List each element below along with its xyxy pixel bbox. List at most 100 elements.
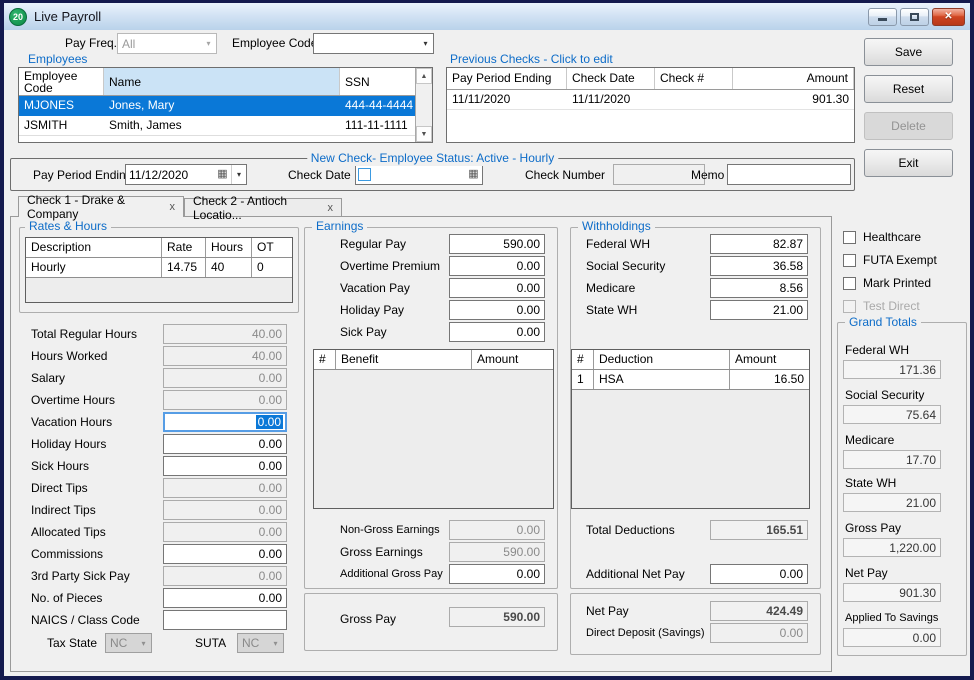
naics-class-code-field[interactable] [163, 610, 287, 630]
save-button[interactable]: Save [864, 38, 953, 66]
col-header-amount[interactable]: Amount [733, 68, 854, 89]
dropdown-caret-icon[interactable]: ▾ [231, 165, 246, 184]
field-label: Additional Net Pay [586, 564, 685, 584]
employee-code-label: Employee Code [232, 33, 317, 54]
previous-check-row[interactable]: 11/11/2020 11/11/2020 901.30 [447, 90, 854, 110]
tab-check-1[interactable]: Check 1 - Drake & Company x [18, 196, 184, 217]
reset-button[interactable]: Reset [864, 75, 953, 103]
pay-freq-select[interactable]: All ▾ [117, 33, 217, 54]
field-label: Salary [31, 368, 65, 388]
medicare-field[interactable]: 8.56 [710, 278, 808, 298]
vacation-pay-field[interactable]: 0.00 [449, 278, 545, 298]
scroll-up-icon: ▲ [421, 73, 428, 80]
field-label: Medicare [845, 433, 894, 448]
memo-label: Memo [691, 165, 724, 185]
window-title: Live Payroll [34, 9, 101, 24]
field-label: 3rd Party Sick Pay [31, 566, 130, 586]
rates-hours-table: Description Rate Hours OT Hourly 14.75 4… [25, 237, 293, 303]
col-header-ssn[interactable]: SSN [340, 68, 417, 95]
previous-checks-header: Pay Period Ending Check Date Check # Amo… [447, 68, 854, 90]
delete-button: Delete [864, 112, 953, 140]
close-icon: ✕ [944, 12, 952, 22]
field-label: Direct Deposit (Savings) [586, 623, 705, 643]
check-date-checkbox[interactable] [358, 168, 371, 181]
holiday-hours-field[interactable]: 0.00 [163, 434, 287, 454]
rate-row[interactable]: Hourly 14.75 40 0 [26, 258, 292, 278]
futa-exempt-option[interactable]: FUTA Exempt [843, 253, 937, 267]
close-button[interactable]: ✕ [932, 8, 965, 26]
no-of-pieces-field[interactable]: 0.00 [163, 588, 287, 608]
col-header-employee-code[interactable]: Employee Code [19, 68, 104, 95]
employee-code-select[interactable]: ▾ [313, 33, 434, 54]
mark-printed-checkbox[interactable] [843, 277, 856, 290]
check-tab-page: Rates & Hours Description Rate Hours OT … [10, 216, 832, 672]
suta-select: NC ▾ [237, 633, 284, 653]
titlebar[interactable]: 20 Live Payroll ✕ [4, 3, 970, 30]
additional-net-pay-field[interactable]: 0.00 [710, 564, 808, 584]
dropdown-caret-icon: ▾ [136, 634, 151, 652]
field-label: Hours Worked [31, 346, 107, 366]
field-label: Applied To Savings [845, 611, 938, 626]
gt-medicare-field: 17.70 [843, 450, 941, 469]
additional-gross-pay-field[interactable]: 0.00 [449, 564, 545, 584]
check-date-input[interactable]: ▦ [355, 164, 483, 185]
check-date-label: Check Date [288, 165, 351, 185]
maximize-button[interactable] [900, 8, 929, 26]
gt-federal-wh-field: 171.36 [843, 360, 941, 379]
healthcare-checkbox[interactable] [843, 231, 856, 244]
tab-close-icon[interactable]: x [318, 202, 334, 214]
commissions-field[interactable]: 0.00 [163, 544, 287, 564]
col-header-pay-period-ending[interactable]: Pay Period Ending [447, 68, 567, 89]
healthcare-option[interactable]: Healthcare [843, 230, 921, 244]
scroll-down-button[interactable]: ▼ [416, 126, 432, 142]
total-deductions-field: 165.51 [710, 520, 808, 540]
col-header-description: Description [26, 238, 162, 257]
tab-check-2[interactable]: Check 2 - Antioch Locatio... x [184, 198, 342, 216]
direct-tips-field: 0.00 [163, 478, 287, 498]
scroll-up-button[interactable]: ▲ [416, 68, 432, 84]
field-label: Holiday Hours [31, 434, 106, 454]
mark-printed-option[interactable]: Mark Printed [843, 276, 931, 290]
tab-close-icon[interactable]: x [160, 201, 176, 213]
employee-row-selected[interactable]: MJONES Jones, Mary 444-44-4444 [19, 96, 432, 116]
federal-wh-field[interactable]: 82.87 [710, 234, 808, 254]
field-label: Additional Gross Pay [340, 564, 443, 584]
calendar-icon[interactable]: ▦ [214, 165, 231, 184]
field-label: Gross Pay [340, 609, 396, 629]
employees-grid: Employee Code Name SSN MJONES Jones, Mar… [18, 67, 433, 143]
memo-field[interactable] [727, 164, 851, 185]
holiday-pay-field[interactable]: 0.00 [449, 300, 545, 320]
pay-period-ending-input[interactable]: 11/12/2020 ▦ ▾ [125, 164, 247, 185]
deduction-row[interactable]: 1 HSA 16.50 [572, 370, 809, 390]
gross-earnings-field: 590.00 [449, 542, 545, 562]
allocated-tips-field: 0.00 [163, 522, 287, 542]
dropdown-caret-icon[interactable]: ▾ [418, 34, 433, 53]
overtime-premium-field[interactable]: 0.00 [449, 256, 545, 276]
employee-row[interactable]: JSMITH Smith, James 111-11-1111 [19, 116, 432, 136]
live-payroll-window: 20 Live Payroll ✕ Pay Freq. All ▾ Employ… [0, 0, 974, 680]
employees-scrollbar[interactable]: ▲ ▼ [415, 68, 432, 142]
sick-pay-field[interactable]: 0.00 [449, 322, 545, 342]
calendar-icon[interactable]: ▦ [465, 165, 482, 184]
social-security-field[interactable]: 36.58 [710, 256, 808, 276]
dropdown-caret-icon[interactable]: ▾ [201, 34, 216, 53]
regular-pay-field[interactable]: 590.00 [449, 234, 545, 254]
previous-checks-caption: Previous Checks - Click to edit [450, 52, 613, 66]
exit-button[interactable]: Exit [864, 149, 953, 177]
col-header-num: # [314, 350, 336, 369]
field-label: Overtime Hours [31, 390, 115, 410]
direct-deposit-savings-field: 0.00 [710, 623, 808, 643]
sick-hours-field[interactable]: 0.00 [163, 456, 287, 476]
state-wh-field[interactable]: 21.00 [710, 300, 808, 320]
col-header-check-date[interactable]: Check Date [567, 68, 655, 89]
col-header-check-number[interactable]: Check # [655, 68, 733, 89]
field-label: NAICS / Class Code [31, 610, 140, 630]
pay-period-ending-label: Pay Period Ending [33, 165, 132, 185]
field-label: Overtime Premium [340, 256, 440, 276]
field-label: Vacation Hours [31, 412, 112, 432]
col-header-amount: Amount [730, 350, 809, 369]
vacation-hours-field[interactable]: 0.00 [163, 412, 287, 432]
col-header-name[interactable]: Name [104, 68, 340, 95]
minimize-button[interactable] [868, 8, 897, 26]
futa-exempt-checkbox[interactable] [843, 254, 856, 267]
